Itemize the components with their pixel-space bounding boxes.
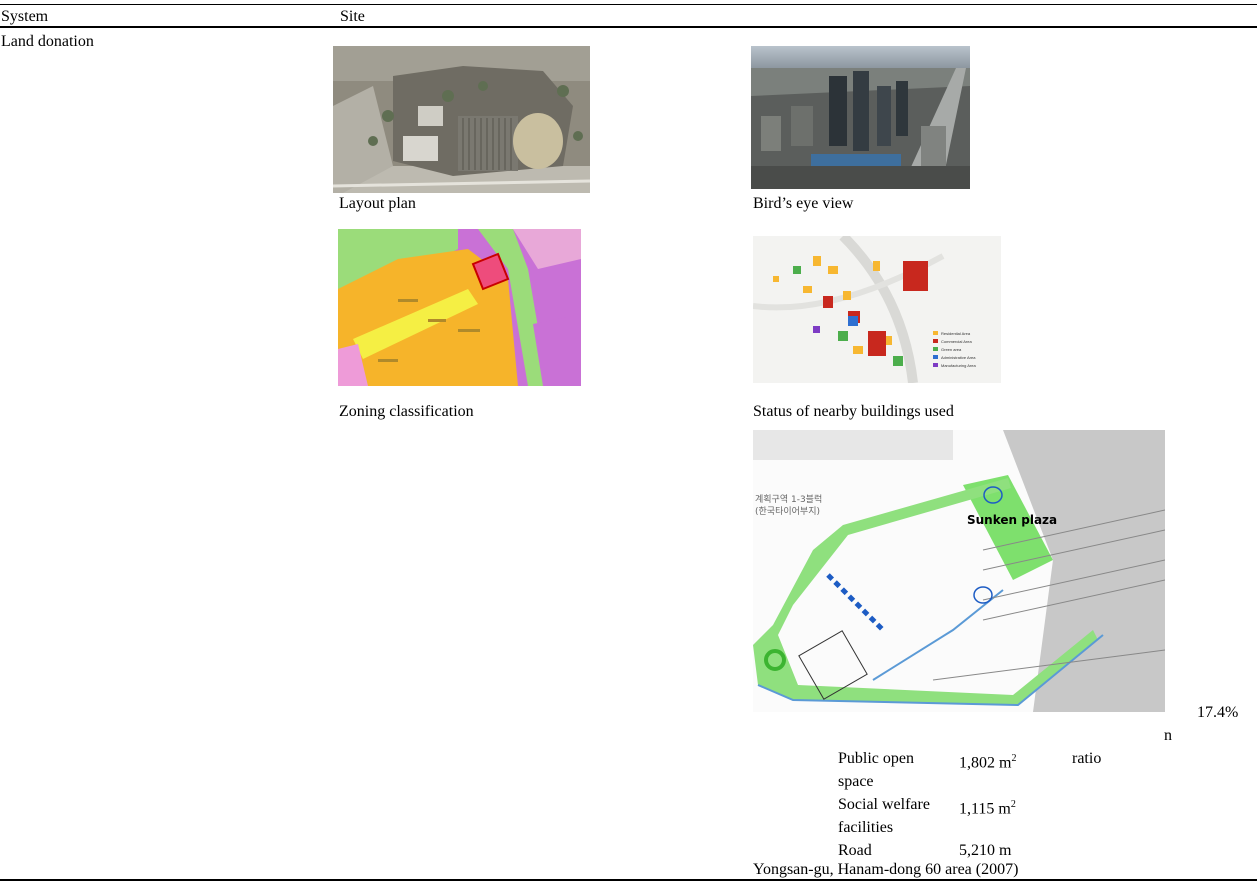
site-plan-image: 계획구역 1-3블럭 (한국타이어부지) Sunken plaza xyxy=(753,430,1165,712)
zoning-classification-caption: Zoning classification xyxy=(339,403,474,420)
top-rule xyxy=(0,4,1257,5)
row-social-welfare-label-1: Social welfare xyxy=(838,796,930,813)
ratio-value: 17.4% xyxy=(1197,704,1239,721)
svg-text:(한국타이어부지): (한국타이어부지) xyxy=(755,506,820,517)
legend-commercial: Commercial Area xyxy=(941,339,972,344)
location-caption: Yongsan-gu, Hanam-dong 60 area (2007) xyxy=(753,861,1019,878)
stray-character: n xyxy=(1164,727,1172,744)
layout-plan-image xyxy=(333,46,590,193)
birds-eye-view-image xyxy=(751,46,970,189)
row-road-label: Road xyxy=(838,842,872,859)
legend-administrative: Administrative Area xyxy=(941,355,976,360)
nearby-buildings-image: Residential Area Commercial Area Green a… xyxy=(753,236,1001,383)
svg-text:계획구역 1-3블럭: 계획구역 1-3블럭 xyxy=(755,493,822,505)
column-header-site: Site xyxy=(340,8,365,25)
row-public-open-space-label-2: space xyxy=(838,773,874,790)
ratio-label: ratio xyxy=(1072,750,1102,767)
nearby-buildings-caption: Status of nearby buildings used xyxy=(753,403,954,420)
row-road-value: 5,210 m xyxy=(959,842,1012,859)
column-header-system: System xyxy=(1,8,49,25)
row-public-open-space-value: 1,802 m2 xyxy=(959,753,1017,772)
legend-green: Green area xyxy=(941,347,962,352)
birds-eye-view-caption: Bird’s eye view xyxy=(753,195,854,212)
header-rule xyxy=(0,26,1257,28)
row-social-welfare-value: 1,115 m2 xyxy=(959,799,1016,818)
legend-residential: Residential Area xyxy=(941,331,971,336)
layout-plan-caption: Layout plan xyxy=(339,195,416,212)
bottom-rule xyxy=(0,879,1257,881)
sunken-plaza-label: Sunken plaza xyxy=(967,513,1057,527)
row-label-system: Land donation xyxy=(1,33,94,50)
row-social-welfare-label-2: facilities xyxy=(838,819,894,836)
legend-manufacturing: Manufacturing Area xyxy=(941,363,976,368)
zoning-classification-image xyxy=(338,229,581,386)
row-public-open-space-label-1: Public open xyxy=(838,750,914,767)
